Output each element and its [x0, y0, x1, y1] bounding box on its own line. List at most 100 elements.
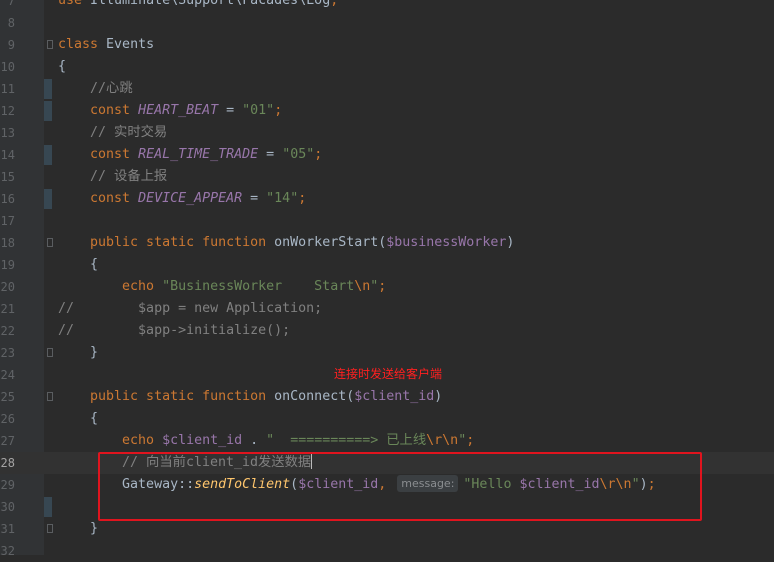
code-token: public static function [58, 235, 275, 250]
code-line[interactable]: 19 { [0, 254, 774, 276]
code-token: DEVICE_APPEAR [138, 191, 243, 206]
code-token: Events [106, 37, 155, 52]
code-token: echo [58, 279, 163, 294]
code-token: ; [314, 147, 323, 162]
annotation-label: 连接时发送给客户端 [334, 367, 443, 381]
code-text: { [58, 254, 98, 276]
code-line[interactable]: 15 // 设备上报 [0, 166, 774, 188]
line-number: 20 [0, 280, 15, 294]
code-token: = [258, 147, 283, 162]
line-number: 8 [7, 16, 15, 30]
code-line[interactable]: 17 [0, 210, 774, 232]
line-number: 19 [0, 258, 15, 272]
fold-icon[interactable] [47, 40, 53, 49]
code-token: const [58, 103, 139, 118]
line-number: 25 [0, 390, 15, 404]
code-line[interactable]: 9 class Events [0, 34, 774, 56]
code-line[interactable]: 23 } [0, 342, 774, 364]
change-marker[interactable] [44, 189, 52, 209]
code-line[interactable]: 21 // $app = new Application; [0, 298, 774, 320]
line-number: 22 [0, 324, 15, 338]
code-text: { [58, 408, 98, 430]
code-token: . [242, 433, 267, 448]
line-number: 27 [0, 434, 15, 448]
code-text: use Illuminate\Support\Facades\Log; [58, 0, 338, 12]
code-token: " [458, 433, 467, 448]
line-number: 24 [0, 368, 15, 382]
code-token: } [58, 345, 99, 360]
code-text: } [58, 342, 98, 364]
change-marker[interactable] [44, 145, 52, 165]
code-line[interactable]: 12 const HEART_BEAT = "01"; [0, 100, 774, 122]
code-line[interactable]: 26 { [0, 408, 774, 430]
fold-icon[interactable] [47, 238, 53, 247]
code-line[interactable]: 14 const REAL_TIME_TRADE = "05"; [0, 144, 774, 166]
line-number: 17 [0, 214, 15, 228]
code-line[interactable]: 10 { [0, 56, 774, 78]
code-token: //心跳 [58, 81, 133, 96]
code-line[interactable]: 8 [0, 12, 774, 34]
change-marker[interactable] [44, 497, 52, 517]
code-text: echo $client_id . " ==========> 已上线\r\n"… [58, 430, 474, 452]
code-token: "14" [266, 191, 299, 206]
code-token: $businessWorker [386, 235, 507, 250]
code-text: echo "BusinessWorker Start\n"; [58, 276, 386, 298]
code-token: { [58, 59, 67, 74]
line-number: 13 [0, 126, 15, 140]
code-text: public static function onWorkerStart($bu… [58, 232, 514, 254]
line-number: 31 [0, 522, 15, 536]
code-line[interactable]: 20 echo "BusinessWorker Start\n"; [0, 276, 774, 298]
code-token: } [58, 521, 99, 536]
code-text: } [58, 518, 98, 540]
code-text: // 设备上报 [58, 166, 167, 188]
code-token: // 设备上报 [58, 169, 168, 184]
fold-icon[interactable] [47, 524, 53, 533]
code-token: REAL_TIME_TRADE [138, 147, 259, 162]
code-token: // 实时交易 [58, 125, 168, 140]
code-token: "BusinessWorker Start [162, 279, 355, 294]
line-number: 9 [7, 38, 15, 52]
code-line[interactable]: 27 echo $client_id . " ==========> 已上线\r… [0, 430, 774, 452]
code-token: ; [298, 191, 307, 206]
line-number: 7 [7, 0, 15, 8]
line-number: 30 [0, 500, 15, 514]
fold-icon[interactable] [47, 392, 53, 401]
code-line[interactable]: 11 //心跳 [0, 78, 774, 100]
fold-icon[interactable] [47, 348, 53, 357]
line-number: 18 [0, 236, 15, 250]
code-text: const DEVICE_APPEAR = "14"; [58, 188, 306, 210]
line-number: 14 [0, 148, 15, 162]
code-token: echo [58, 433, 163, 448]
code-token: "05" [282, 147, 315, 162]
line-number: 21 [0, 302, 15, 316]
code-text: // $app = new Application; [58, 298, 322, 320]
code-token: ) [434, 389, 443, 404]
code-text: // $app->initialize(); [58, 320, 290, 342]
code-line[interactable]: 32 [0, 540, 774, 562]
code-text: // 实时交易 [58, 122, 167, 144]
code-line[interactable]: 16 const DEVICE_APPEAR = "14"; [0, 188, 774, 210]
change-marker[interactable] [44, 79, 52, 99]
code-line[interactable]: 22 // $app->initialize(); [0, 320, 774, 342]
code-line[interactable]: 25 public static function onConnect($cli… [0, 386, 774, 408]
line-number: 23 [0, 346, 15, 360]
code-token: $client_id [354, 389, 435, 404]
code-token: ) [506, 235, 515, 250]
code-text: public static function onConnect($client… [58, 386, 442, 408]
code-token: = [242, 191, 267, 206]
code-line[interactable]: 13 // 实时交易 [0, 122, 774, 144]
code-line[interactable]: 7 use Illuminate\Support\Facades\Log; [0, 0, 774, 12]
line-number: 26 [0, 412, 15, 426]
code-token: ; [274, 103, 283, 118]
code-line[interactable]: 18 public static function onWorkerStart(… [0, 232, 774, 254]
code-text: const HEART_BEAT = "01"; [58, 100, 282, 122]
code-token: HEART_BEAT [138, 103, 219, 118]
code-token: ; [466, 433, 475, 448]
code-token: { [58, 257, 99, 272]
line-number: 29 [0, 478, 15, 492]
code-token: " ==========> 已上线 [266, 433, 427, 448]
code-token: onWorkerStart [274, 235, 379, 250]
line-number: 16 [0, 192, 15, 206]
change-marker[interactable] [44, 101, 52, 121]
code-line[interactable]: 31 } [0, 518, 774, 540]
